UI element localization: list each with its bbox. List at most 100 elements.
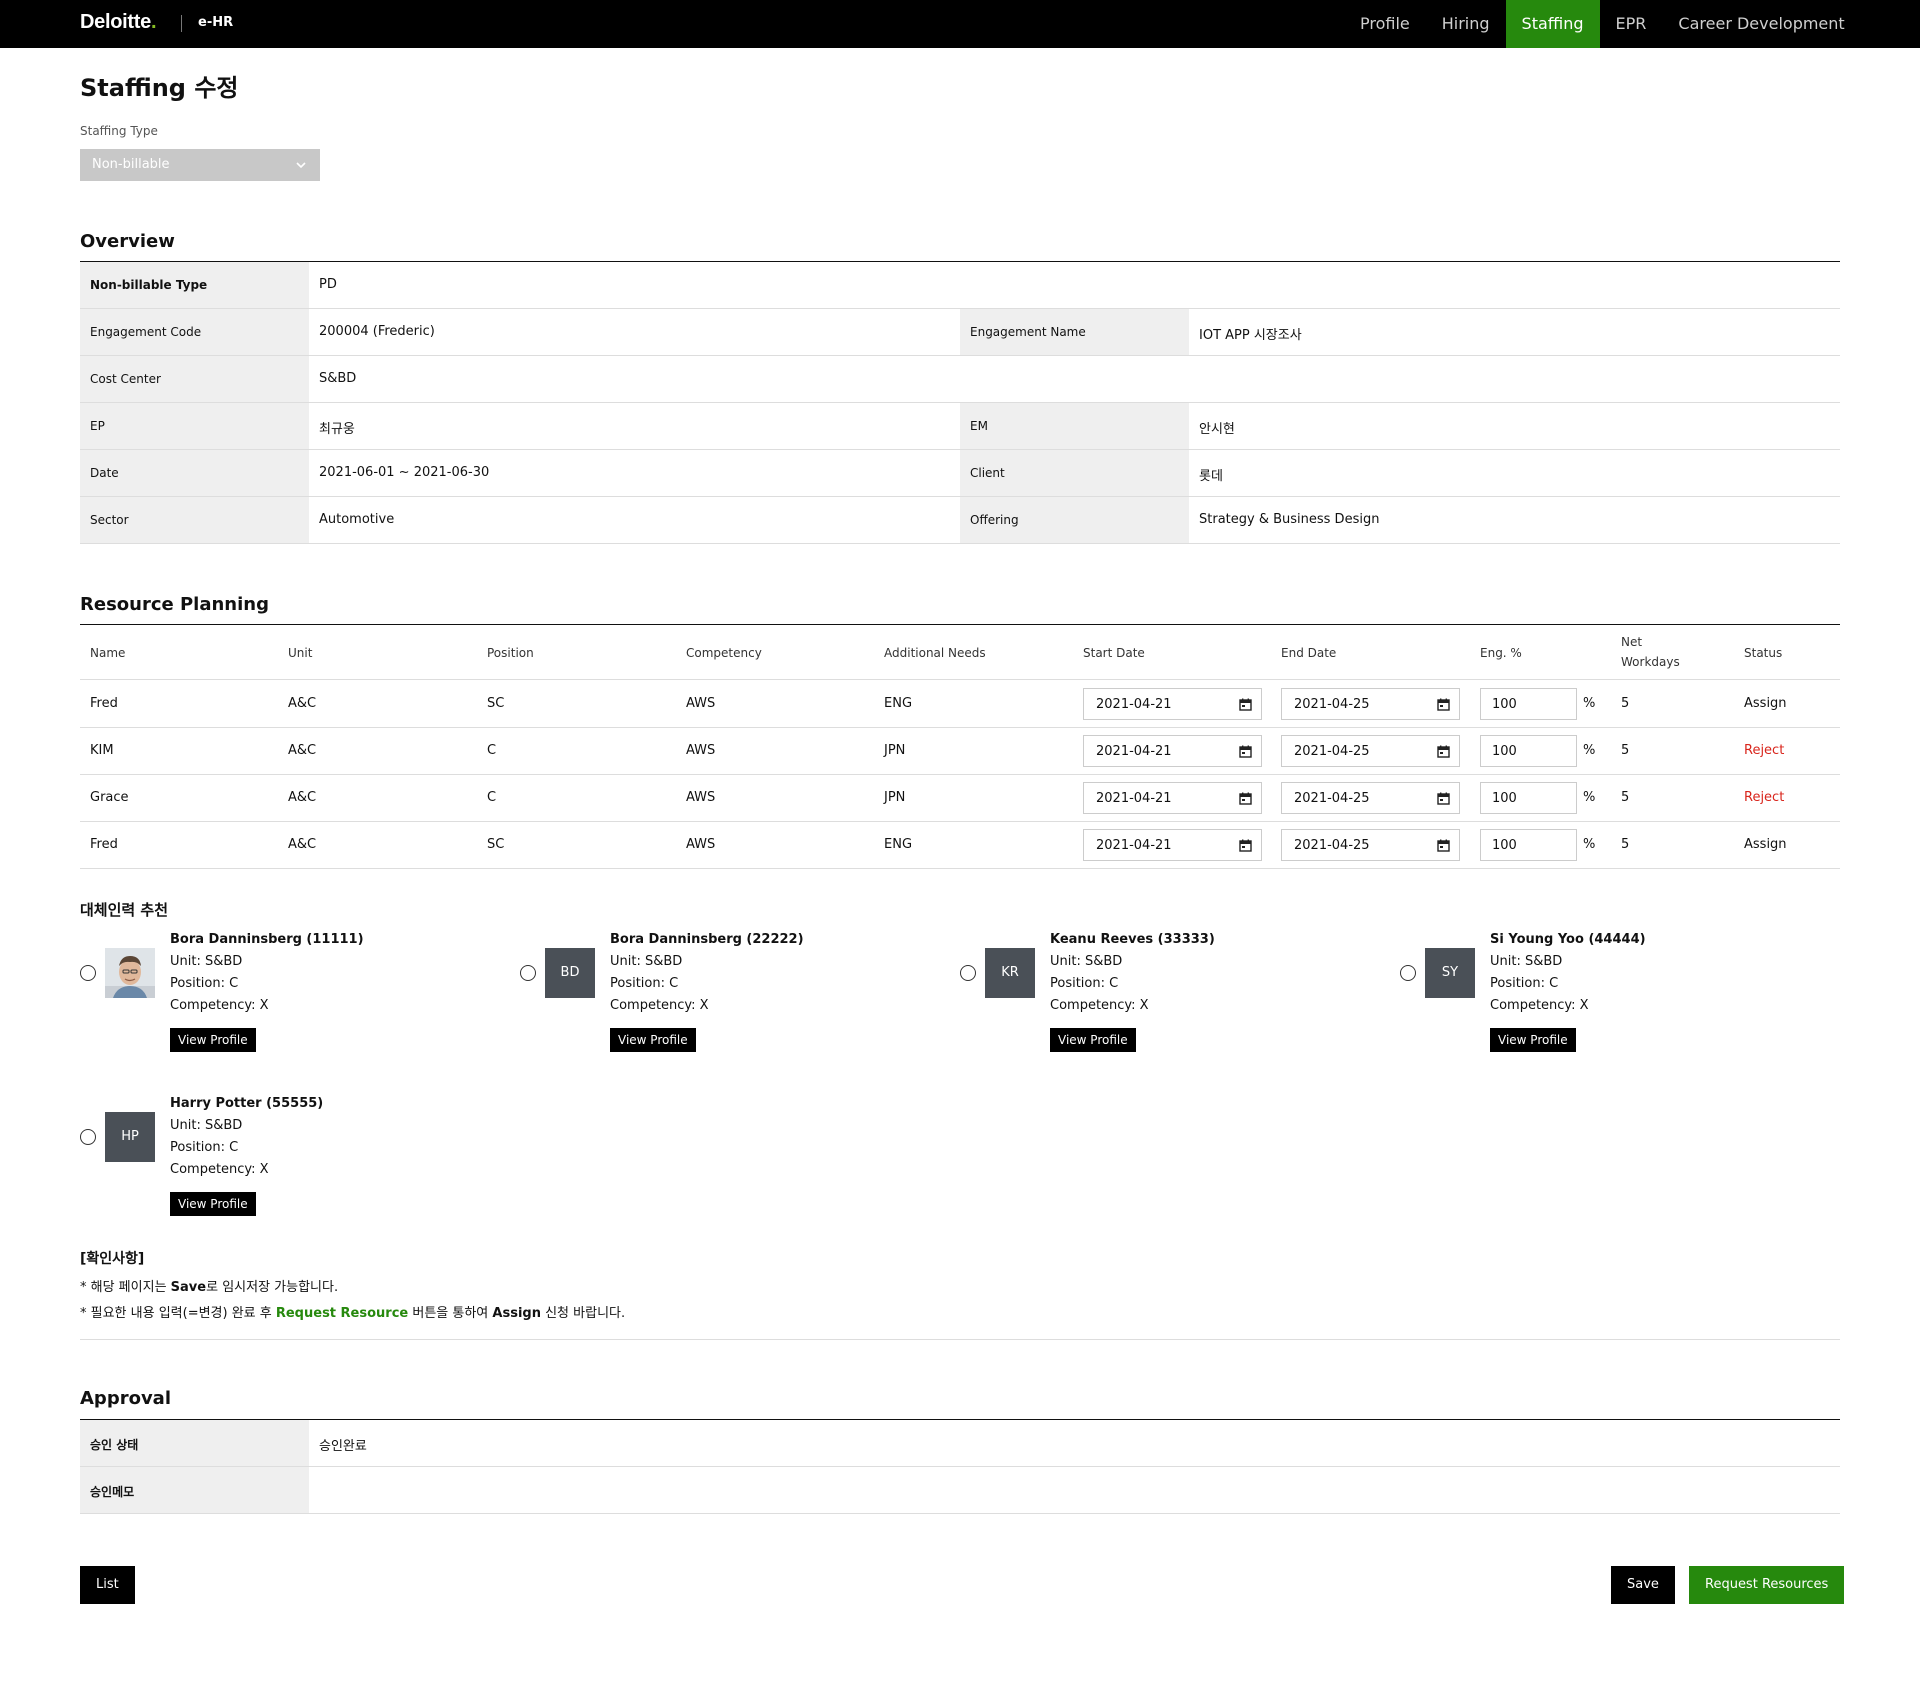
request-resources-button[interactable]: Request Resources <box>1689 1566 1845 1604</box>
overview-row: Date 2021-06-01 ~ 2021-06-30 Client 롯데 <box>80 450 1840 497</box>
start-date-input[interactable]: 2021-04-21 <box>1083 782 1262 814</box>
col-name: Name <box>90 646 126 660</box>
end-date-input[interactable]: 2021-04-25 <box>1281 782 1460 814</box>
calendar-icon[interactable] <box>1437 839 1450 852</box>
calendar-icon[interactable] <box>1239 792 1252 805</box>
avatar-photo <box>105 948 155 998</box>
ep-label: EP <box>80 403 309 449</box>
candidate-competency: Competency: X <box>170 1162 269 1177</box>
cell-additional-needs: ENG <box>884 837 913 852</box>
candidate-unit: Unit: S&BD <box>1050 954 1123 969</box>
eng-pct-input[interactable]: 100 <box>1480 782 1577 814</box>
nav-staffing[interactable]: Staffing <box>1505 0 1600 48</box>
col-status: Status <box>1744 646 1783 660</box>
cell-competency: AWS <box>686 743 716 758</box>
approval-memo-label: 승인메모 <box>80 1467 309 1513</box>
recommendation-card: KR Keanu Reeves (33333) Unit: S&BD Position… <box>960 932 1380 1052</box>
cell-unit: A&C <box>288 696 317 711</box>
save-button[interactable]: Save <box>1611 1566 1675 1604</box>
cell-status: Assign <box>1744 837 1787 852</box>
view-profile-button[interactable]: View Profile <box>170 1192 256 1216</box>
select-radio[interactable] <box>520 965 536 981</box>
eng-pct-input[interactable]: 100 <box>1480 688 1577 720</box>
resource-row: Grace A&C C AWS JPN 2021-04-21 2021-04-25 100% 5… <box>80 775 1840 822</box>
cell-competency: AWS <box>686 837 716 852</box>
nav-career-development[interactable]: Career Development <box>1662 0 1860 48</box>
cell-status[interactable]: Reject <box>1744 743 1784 758</box>
view-profile-button[interactable]: View Profile <box>610 1028 696 1052</box>
engagement-name-label: Engagement Name <box>960 309 1189 355</box>
recommendation-title: 대체인력 추천 <box>80 901 169 919</box>
end-date-value: 2021-04-25 <box>1294 838 1370 853</box>
em-value: 안시현 <box>1199 422 1235 437</box>
recommendation-card: Bora Danninsberg (11111) Unit: S&BD Positi… <box>80 932 500 1052</box>
sector-label: Sector <box>80 497 309 543</box>
em-label: EM <box>960 403 1189 449</box>
candidate-competency: Competency: X <box>610 998 709 1013</box>
avatar: HP <box>105 1112 155 1162</box>
deloitte-logo[interactable]: Deloitte. <box>80 11 157 34</box>
date-value: 2021-06-01 ~ 2021-06-30 <box>319 465 490 480</box>
offering-label: Offering <box>960 497 1189 543</box>
eng-pct-input[interactable]: 100 <box>1480 829 1577 861</box>
overview-row: Non-billable Type PD <box>80 262 1840 309</box>
cell-additional-needs: ENG <box>884 696 913 711</box>
cell-additional-needs: JPN <box>884 743 906 758</box>
nav-hiring[interactable]: Hiring <box>1426 0 1506 48</box>
chevron-down-icon <box>296 162 306 169</box>
brand-divider <box>181 15 182 32</box>
cost-center-label: Cost Center <box>80 356 309 402</box>
avatar: BD <box>545 948 595 998</box>
nav-profile[interactable]: Profile <box>1344 0 1426 48</box>
start-date-input[interactable]: 2021-04-21 <box>1083 688 1262 720</box>
eng-pct-input[interactable]: 100 <box>1480 735 1577 767</box>
cell-unit: A&C <box>288 837 317 852</box>
view-profile-button[interactable]: View Profile <box>1050 1028 1136 1052</box>
start-date-value: 2021-04-21 <box>1096 744 1172 759</box>
client-value: 롯데 <box>1199 469 1223 484</box>
calendar-icon[interactable] <box>1239 698 1252 711</box>
calendar-icon[interactable] <box>1239 839 1252 852</box>
cell-position: C <box>487 790 497 805</box>
cell-name: KIM <box>90 743 114 758</box>
list-button[interactable]: List <box>80 1566 135 1604</box>
pct-suffix: % <box>1583 837 1596 852</box>
end-date-input[interactable]: 2021-04-25 <box>1281 829 1460 861</box>
candidate-position: Position: C <box>610 976 679 991</box>
pct-suffix: % <box>1583 790 1596 805</box>
end-date-input[interactable]: 2021-04-25 <box>1281 735 1460 767</box>
calendar-icon[interactable] <box>1437 745 1450 758</box>
cell-status[interactable]: Reject <box>1744 790 1784 805</box>
candidate-position: Position: C <box>170 976 239 991</box>
candidate-name: Harry Potter (55555) <box>170 1096 324 1111</box>
view-profile-button[interactable]: View Profile <box>170 1028 256 1052</box>
select-radio[interactable] <box>960 965 976 981</box>
select-radio[interactable] <box>80 965 96 981</box>
non-billable-type-value: PD <box>319 277 337 292</box>
col-net-workdays-line1: Net <box>1621 635 1643 649</box>
start-date-value: 2021-04-21 <box>1096 838 1172 853</box>
start-date-input[interactable]: 2021-04-21 <box>1083 735 1262 767</box>
staffing-type-select[interactable]: Non-billable <box>80 149 320 181</box>
col-additional-needs: Additional Needs <box>884 646 986 660</box>
select-radio[interactable] <box>80 1129 96 1145</box>
cost-center-value: S&BD <box>319 371 357 386</box>
ep-value: 최규웅 <box>319 422 355 437</box>
end-date-input[interactable]: 2021-04-25 <box>1281 688 1460 720</box>
approval-memo-value <box>309 1467 1840 1513</box>
view-profile-button[interactable]: View Profile <box>1490 1028 1576 1052</box>
calendar-icon[interactable] <box>1239 745 1252 758</box>
calendar-icon[interactable] <box>1437 792 1450 805</box>
end-date-value: 2021-04-25 <box>1294 697 1370 712</box>
recommendation-card: SY Si Young Yoo (44444) Unit: S&BD Position… <box>1400 932 1820 1052</box>
col-eng-pct: Eng. % <box>1480 646 1522 660</box>
approval-row: 승인메모 <box>80 1467 1840 1514</box>
nav-epr[interactable]: EPR <box>1600 0 1663 48</box>
candidate-position: Position: C <box>1050 976 1119 991</box>
candidate-name: Bora Danninsberg (11111) <box>170 932 364 947</box>
select-radio[interactable] <box>1400 965 1416 981</box>
candidate-competency: Competency: X <box>1050 998 1149 1013</box>
start-date-input[interactable]: 2021-04-21 <box>1083 829 1262 861</box>
calendar-icon[interactable] <box>1437 698 1450 711</box>
client-label: Client <box>960 450 1189 496</box>
